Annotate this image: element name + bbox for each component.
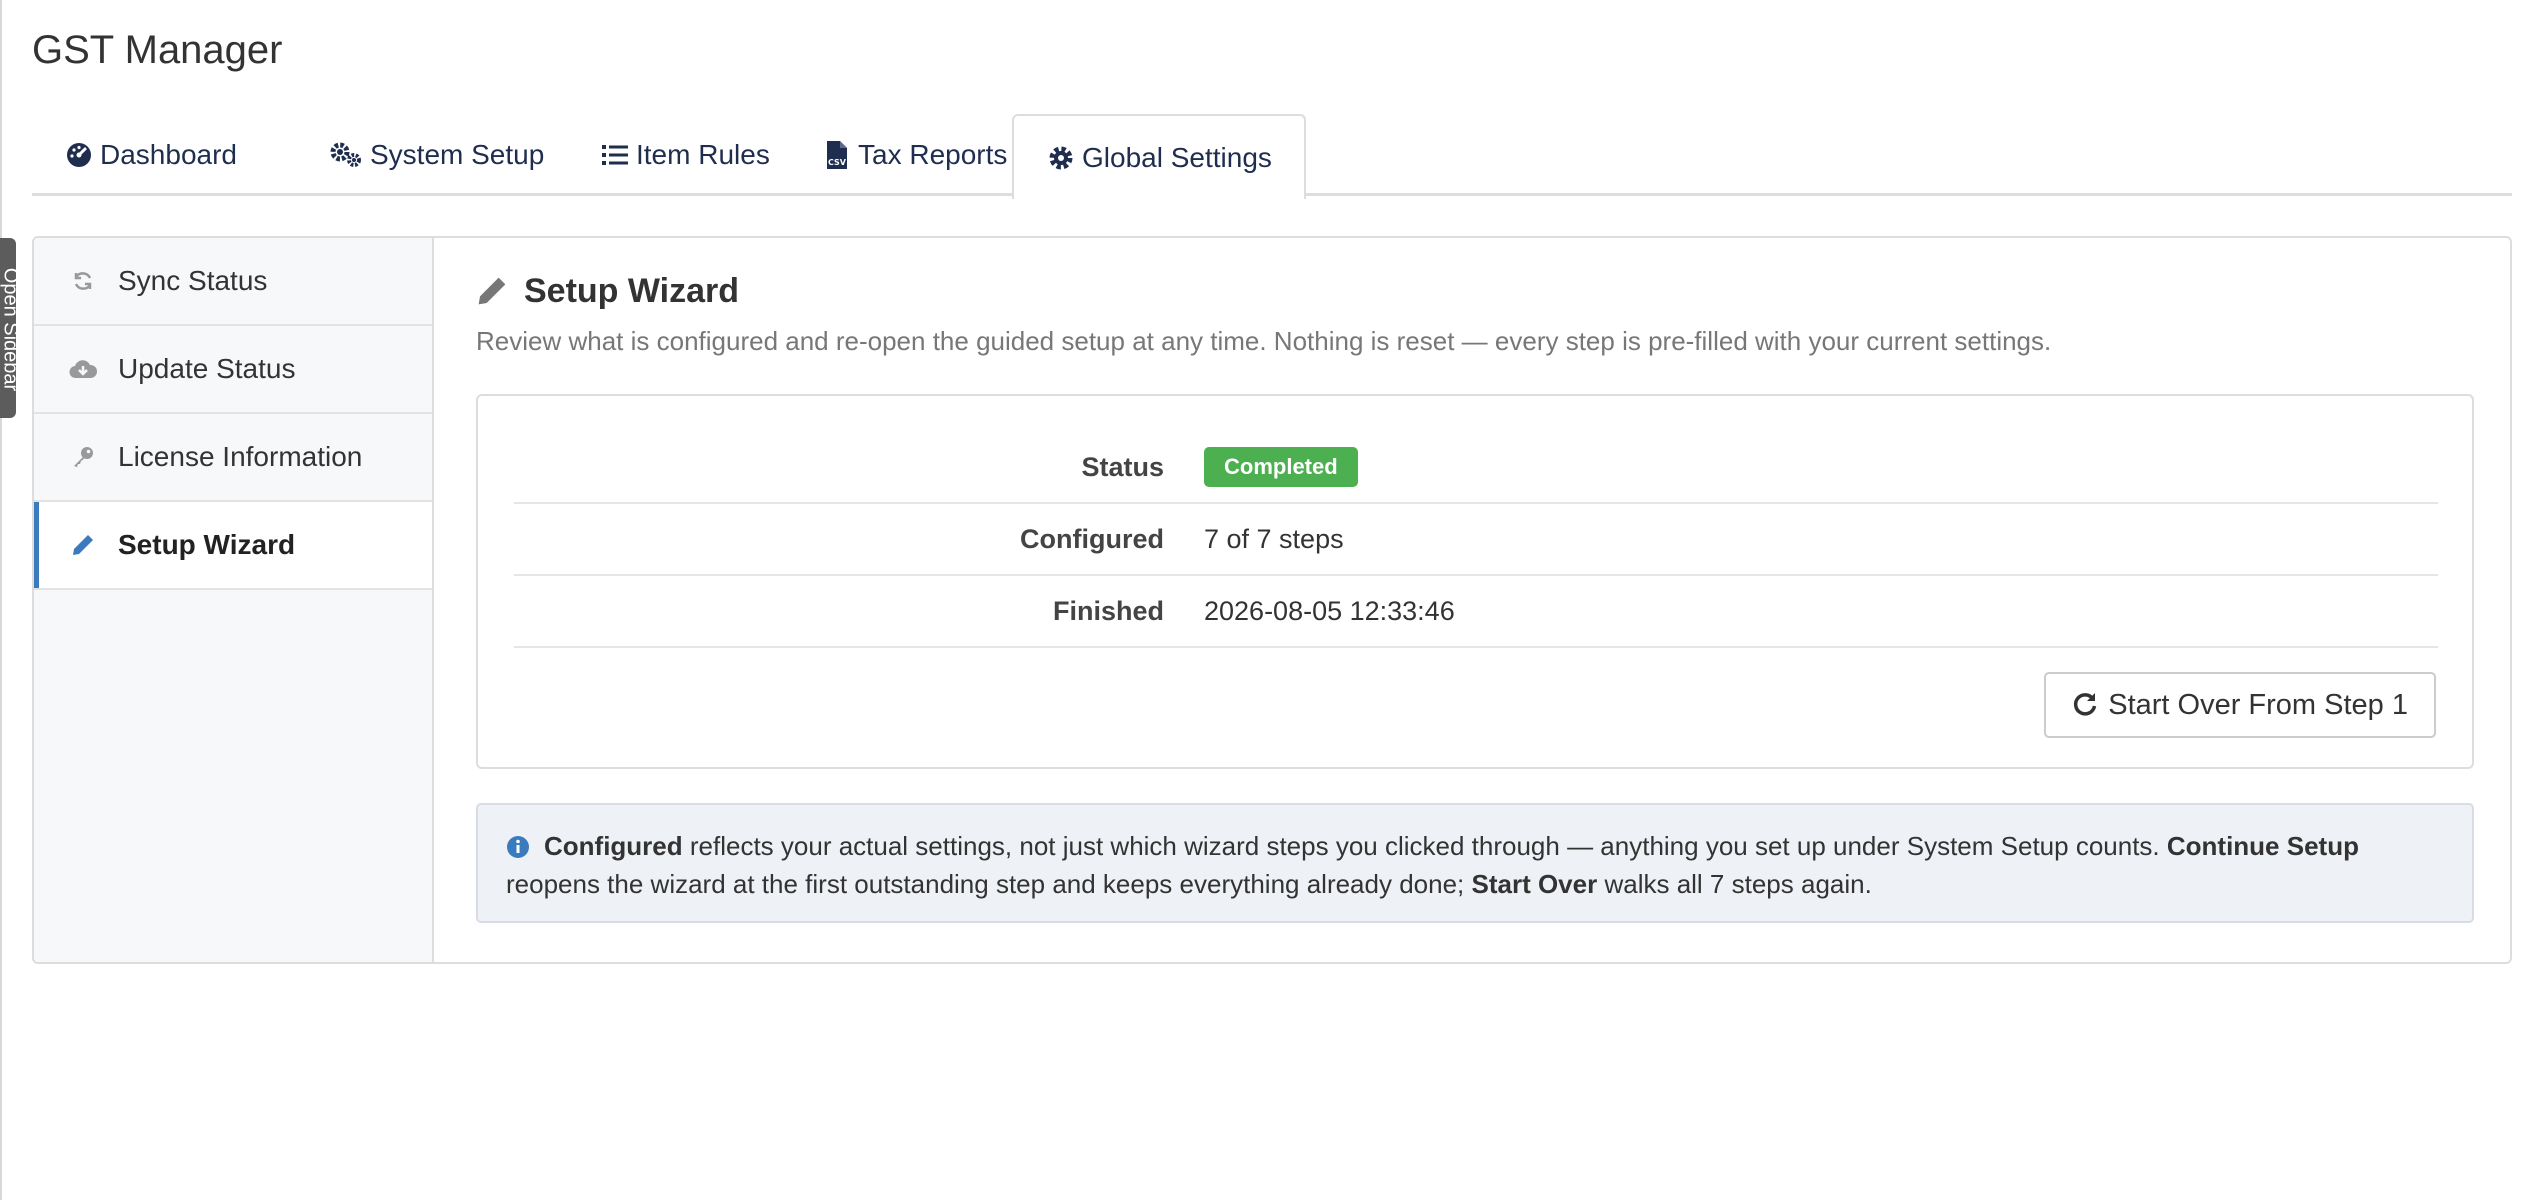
list-icon — [600, 140, 630, 170]
configured-row: Configured 7 of 7 steps — [514, 504, 2438, 576]
info-term-continue-setup: Continue Setup — [2166, 831, 2359, 861]
info-text-1: reflects your actual settings, not just … — [682, 831, 2167, 861]
tab-label: Global Settings — [1082, 141, 1272, 173]
app-title: GST Manager — [32, 28, 283, 72]
side-item-setup-wizard[interactable]: Setup Wizard — [34, 502, 432, 590]
tab-tax-reports[interactable]: CSV Tax Reports — [790, 114, 1039, 196]
tab-global-settings[interactable]: Global Settings — [1012, 114, 1306, 199]
status-label: Status — [1081, 451, 1164, 482]
tab-label: Dashboard — [100, 139, 237, 170]
section-title: Setup Wizard — [476, 272, 739, 311]
dashboard-icon — [64, 140, 94, 170]
csv-file-icon: CSV — [822, 140, 852, 170]
left-edge-divider — [0, 0, 2, 1200]
side-item-label: Update Status — [118, 353, 296, 384]
finished-label: Finished — [1052, 595, 1164, 626]
side-item-label: Sync Status — [118, 265, 268, 296]
side-item-license-information[interactable]: License Information — [34, 414, 432, 502]
finished-row: Finished 2026-08-05 12:33:46 — [514, 576, 2438, 648]
cloud-download-icon — [68, 354, 98, 384]
status-badge: Completed — [1204, 447, 1358, 487]
sync-icon — [68, 266, 98, 296]
tab-system-setup[interactable]: System Setup — [296, 114, 576, 196]
tab-item-rules[interactable]: Item Rules — [568, 114, 802, 196]
gear-icon — [1046, 143, 1076, 173]
cogs-icon — [328, 140, 364, 170]
settings-side-menu: Sync Status Update Status License Inform… — [34, 238, 434, 962]
status-value: Completed — [1204, 447, 1358, 487]
redo-icon — [2072, 691, 2100, 719]
side-item-label: Setup Wizard — [118, 529, 296, 560]
pencil-icon — [476, 275, 510, 309]
status-row: Status Completed — [514, 432, 2438, 504]
start-over-button[interactable]: Start Over From Step 1 — [2044, 672, 2436, 738]
info-note: Configured reflects your actual settings… — [476, 803, 2474, 923]
side-item-sync-status[interactable]: Sync Status — [34, 238, 432, 326]
side-item-update-status[interactable]: Update Status — [34, 326, 432, 414]
pencil-icon — [68, 530, 98, 560]
info-term-start-over: Start Over — [1471, 869, 1598, 899]
configured-value: 7 of 7 steps — [1204, 523, 1344, 554]
finished-value: 2026-08-05 12:33:46 — [1204, 595, 1455, 626]
tab-label: Item Rules — [636, 139, 770, 170]
side-item-label: License Information — [118, 441, 363, 472]
tab-label: Tax Reports — [858, 139, 1008, 170]
info-icon — [506, 835, 532, 861]
section-description: Review what is configured and re-open th… — [476, 326, 2052, 356]
info-text-3: walks all 7 steps again. — [1597, 869, 1872, 899]
svg-text:CSV: CSV — [828, 158, 847, 167]
settings-panel: Sync Status Update Status License Inform… — [32, 236, 2512, 964]
configured-label: Configured — [1020, 523, 1164, 554]
key-icon — [68, 442, 98, 472]
info-text-2: reopens the wizard at the first outstand… — [506, 869, 1472, 899]
tab-dashboard[interactable]: Dashboard — [32, 114, 269, 196]
open-sidebar-toggle[interactable]: Open Sidebar — [0, 238, 16, 418]
info-term-configured: Configured — [544, 831, 683, 861]
start-over-label: Start Over From Step 1 — [2108, 688, 2408, 721]
wizard-status-card: Status Completed Configured 7 of 7 steps… — [476, 394, 2474, 769]
tab-label: System Setup — [370, 139, 545, 170]
open-sidebar-label: Open Sidebar — [0, 267, 16, 392]
section-title-text: Setup Wizard — [524, 272, 740, 310]
main-tabs: Dashboard System Setup Item Rules CSV Ta… — [32, 114, 2512, 199]
